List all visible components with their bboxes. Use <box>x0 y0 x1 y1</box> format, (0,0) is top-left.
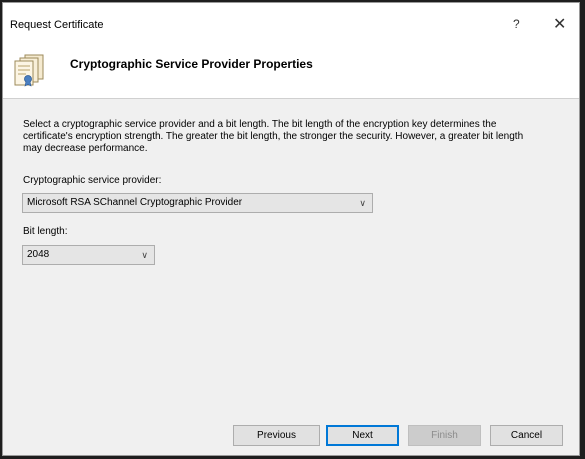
help-button[interactable]: ? <box>513 17 520 31</box>
close-button[interactable]: ✕ <box>553 14 566 34</box>
next-button[interactable]: Next <box>326 425 399 446</box>
wizard-header: Cryptographic Service Provider Propertie… <box>3 43 579 99</box>
page-heading: Cryptographic Service Provider Propertie… <box>70 57 313 71</box>
title-bar: Request Certificate ? ✕ <box>3 3 579 43</box>
content-area: Select a cryptographic service provider … <box>3 99 579 410</box>
button-bar: Previous Next Finish Cancel <box>3 410 579 455</box>
chevron-down-icon: ∨ <box>141 250 148 260</box>
csp-label: Cryptographic service provider: <box>23 175 162 186</box>
csp-dropdown[interactable]: Microsoft RSA SChannel Cryptographic Pro… <box>22 193 373 213</box>
previous-button[interactable]: Previous <box>233 425 320 446</box>
bit-length-selected-value: 2048 <box>27 249 50 260</box>
request-certificate-dialog: Request Certificate ? ✕ Cryptographic Se… <box>2 2 580 456</box>
csp-selected-value: Microsoft RSA SChannel Cryptographic Pro… <box>27 197 243 208</box>
finish-button[interactable]: Finish <box>408 425 481 446</box>
certificate-icon <box>14 54 44 87</box>
cancel-button[interactable]: Cancel <box>490 425 563 446</box>
bit-length-label: Bit length: <box>23 226 68 237</box>
bit-length-dropdown[interactable]: 2048 ∨ <box>22 245 155 265</box>
chevron-down-icon: ∨ <box>359 198 366 208</box>
description-text: Select a cryptographic service provider … <box>23 119 524 154</box>
window-title: Request Certificate <box>10 19 104 31</box>
